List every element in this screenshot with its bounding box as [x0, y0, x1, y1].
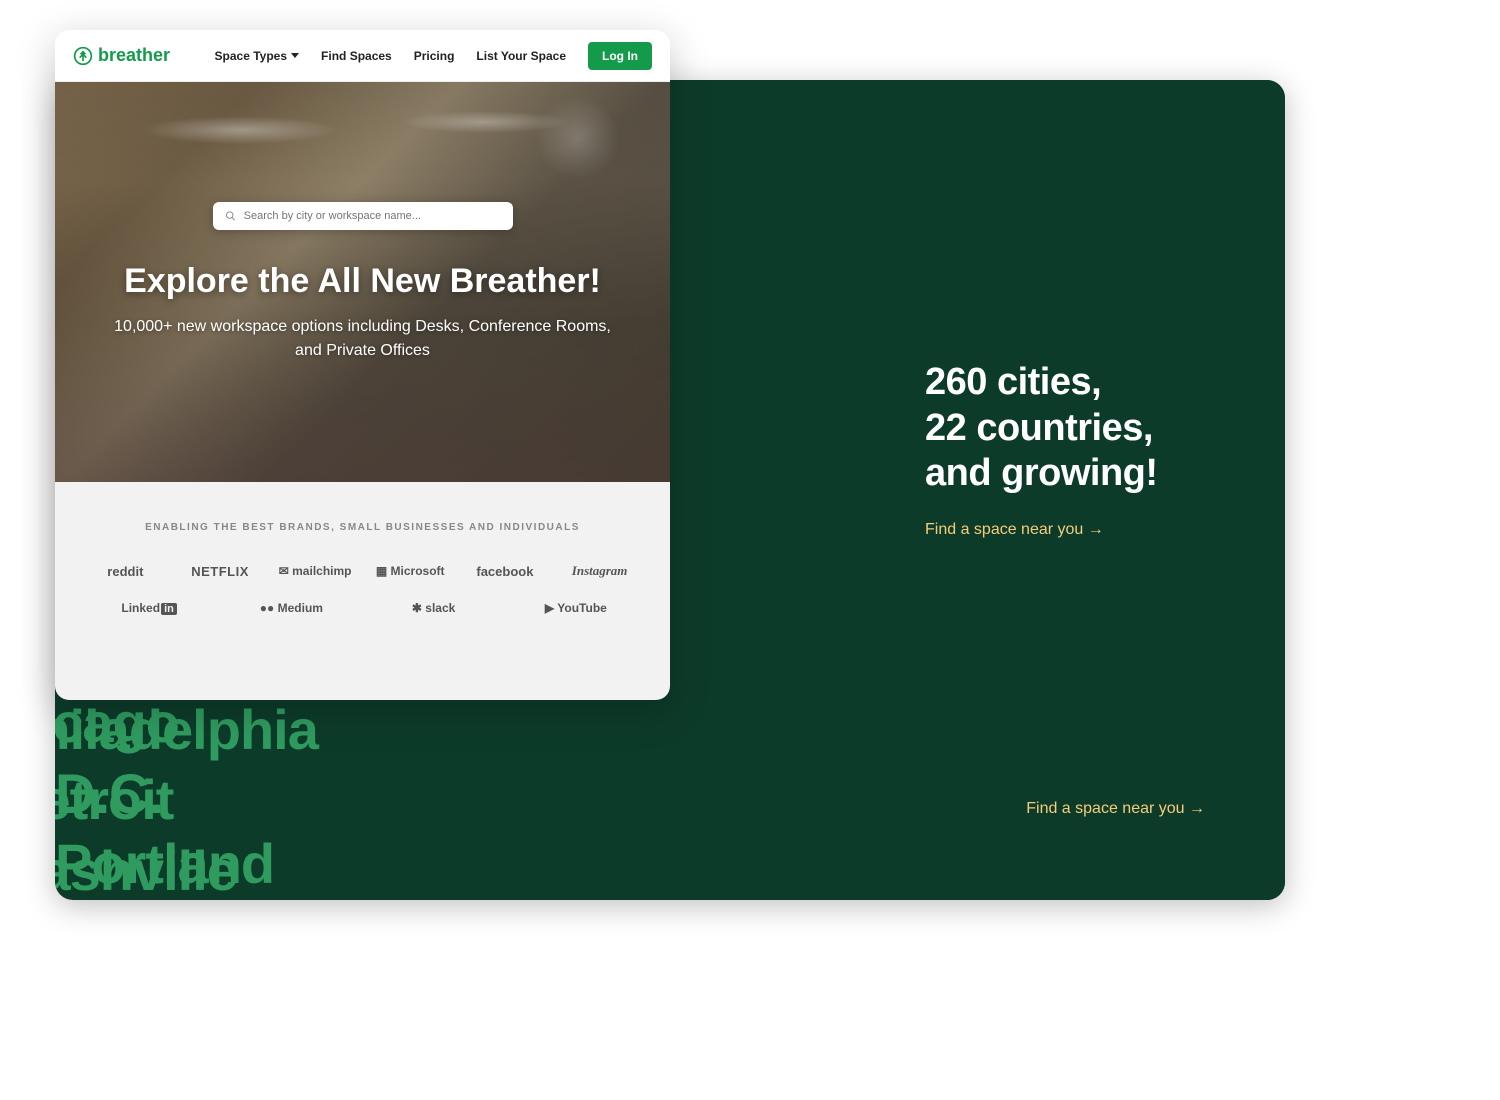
navbar: breather Space Types Find Spaces Pricing… — [55, 30, 670, 82]
brand-slack: ✱ slack — [398, 601, 470, 615]
nav-pricing[interactable]: Pricing — [414, 49, 455, 63]
brand-microsoft: ▦ Microsoft — [374, 564, 446, 578]
headline-line3: and growing! — [925, 451, 1225, 497]
login-button[interactable]: Log In — [588, 42, 652, 70]
brands-section: ENABLING THE BEST BRANDS, SMALL BUSINESS… — [55, 482, 670, 655]
search-box[interactable] — [213, 202, 513, 230]
brand-linkedin: Linkedin — [113, 601, 185, 615]
brand-medium: ●● Medium — [255, 601, 327, 615]
city-item: D.C. — [55, 759, 295, 830]
brand-instagram: Instagram — [564, 563, 636, 579]
hero-subtitle: 10,000+ new workspace options including … — [113, 315, 613, 363]
headline-line2: 22 countries, — [925, 406, 1225, 452]
city-peek-left: Chicago D.C. Portland — [55, 688, 295, 900]
hero: Explore the All New Breather! 10,000+ ne… — [55, 82, 670, 482]
hero-title: Explore the All New Breather! — [124, 262, 601, 301]
brand-reddit: reddit — [89, 564, 161, 579]
headline-line1: 260 cities, — [925, 360, 1225, 406]
brand-mailchimp: ✉ mailchimp — [279, 564, 352, 578]
chevron-down-icon — [291, 53, 299, 58]
nav-find-spaces[interactable]: Find Spaces — [321, 49, 392, 63]
city-item: Portland — [55, 829, 295, 900]
find-space-link-bottom[interactable]: Find a space near you → — [1026, 800, 1205, 818]
search-icon — [225, 210, 236, 222]
brands-grid: reddit NETFLIX ✉ mailchimp ▦ Microsoft f… — [75, 563, 650, 615]
search-input[interactable] — [244, 210, 501, 222]
brand-facebook: facebook — [469, 564, 541, 579]
nav-label: Space Types — [215, 49, 287, 63]
brand-youtube: ▶ YouTube — [540, 601, 612, 615]
brands-title: ENABLING THE BEST BRANDS, SMALL BUSINESS… — [75, 522, 650, 533]
brand-netflix: NETFLIX — [184, 564, 256, 579]
cities-headline: 260 cities, 22 countries, and growing! — [925, 360, 1225, 497]
cities-overlay: 260 cities, 22 countries, and growing! F… — [925, 360, 1225, 539]
logo-text: breather — [98, 45, 170, 66]
breather-card: breather Space Types Find Spaces Pricing… — [55, 30, 670, 700]
logo-icon — [73, 46, 93, 66]
logo[interactable]: breather — [73, 45, 170, 66]
find-space-link[interactable]: Find a space near you → — [925, 521, 1104, 539]
nav-space-types[interactable]: Space Types — [215, 49, 299, 63]
nav-list-space[interactable]: List Your Space — [476, 49, 566, 63]
